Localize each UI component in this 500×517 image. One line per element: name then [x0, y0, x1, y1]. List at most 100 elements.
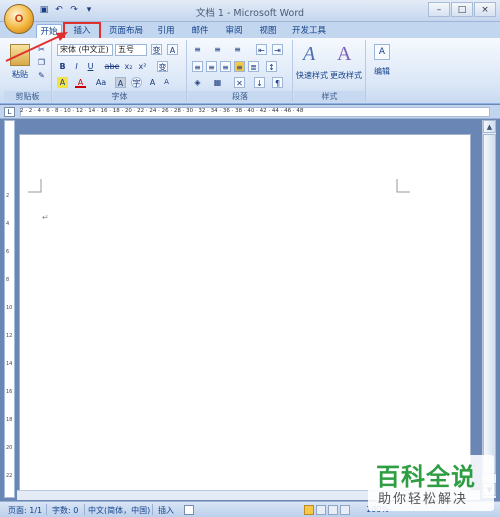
styles-group-label: 样式: [294, 91, 365, 102]
show-marks-icon[interactable]: ¶: [272, 77, 283, 88]
increase-indent-icon[interactable]: ⇥: [272, 44, 283, 55]
grow-font-button[interactable]: A: [147, 77, 158, 88]
find-icon[interactable]: A: [374, 44, 390, 60]
close-button[interactable]: ×: [474, 2, 496, 17]
bold-button[interactable]: B: [57, 61, 68, 72]
vruler-number: 12: [6, 333, 13, 339]
borders-icon[interactable]: ▦: [212, 77, 223, 88]
vruler-number: 20: [6, 445, 13, 451]
format-painter-icon[interactable]: ✎: [36, 70, 47, 81]
highlight-color-button[interactable]: A: [57, 77, 68, 88]
tab-review[interactable]: 审阅: [220, 24, 248, 38]
tab-developer[interactable]: 开发工具: [288, 24, 330, 38]
office-button[interactable]: O: [4, 4, 34, 34]
watermark-subtitle: 助你轻松解决: [378, 492, 469, 507]
superscript-button[interactable]: x²: [137, 61, 148, 72]
full-screen-icon[interactable]: [316, 505, 326, 515]
tab-home[interactable]: 开始: [36, 24, 62, 38]
tab-references[interactable]: 引用: [152, 24, 180, 38]
minimize-button[interactable]: –: [428, 2, 450, 17]
enclosed-character-icon[interactable]: 字: [131, 77, 142, 88]
character-shading-button[interactable]: A: [115, 77, 126, 88]
paste-button[interactable]: 粘贴: [12, 69, 28, 80]
change-styles-icon[interactable]: A: [337, 43, 351, 66]
chinese-layout-icon[interactable]: ✕: [234, 77, 245, 88]
strikethrough-button[interactable]: abe: [103, 61, 121, 72]
maximize-button[interactable]: □: [451, 2, 473, 17]
vruler-number: 6: [6, 249, 10, 255]
vruler-number: 14: [6, 361, 13, 367]
tab-selector-icon[interactable]: L: [4, 107, 15, 117]
status-divider: [152, 504, 153, 515]
tab-page-layout[interactable]: 页面布局: [105, 24, 147, 38]
scroll-up-icon[interactable]: ▲: [483, 120, 496, 133]
title-bar: ▣ ↶ ↷ ▾ 文档 1 - Microsoft Word – □ ×: [0, 0, 500, 22]
quick-styles-button[interactable]: 快速样式: [296, 70, 328, 81]
sort-icon[interactable]: ↓: [254, 77, 265, 88]
align-right-icon[interactable]: ≡: [220, 61, 231, 72]
window-controls: – □ ×: [428, 2, 496, 17]
grow-font-icon[interactable]: 变: [151, 44, 162, 55]
horizontal-ruler: L 2 · 2 · 4 · 6 · 8 · 10 · 12 · 14 · 16 …: [0, 105, 500, 119]
vruler-number: 22: [6, 473, 13, 479]
subscript-button[interactable]: x₂: [123, 61, 134, 72]
language-indicator[interactable]: 中文(简体，中国): [88, 505, 150, 516]
italic-button[interactable]: I: [71, 61, 82, 72]
decrease-indent-icon[interactable]: ⇤: [256, 44, 267, 55]
vruler-number: 2: [6, 193, 10, 199]
styles-group: A A 快速样式 更改样式 样式: [294, 40, 366, 102]
tab-view[interactable]: 视图: [254, 24, 282, 38]
paste-icon[interactable]: [10, 44, 30, 66]
crop-mark-top-right: [396, 179, 410, 193]
align-left-icon[interactable]: ≡: [192, 61, 203, 72]
web-layout-icon[interactable]: [328, 505, 338, 515]
editing-button[interactable]: 编辑: [374, 66, 390, 77]
font-color-button[interactable]: A: [75, 77, 86, 88]
font-name-select[interactable]: 宋体 (中文正): [57, 44, 113, 56]
numbering-icon[interactable]: ≡: [212, 44, 223, 55]
align-center-icon[interactable]: ≡: [206, 61, 217, 72]
page-count[interactable]: 页面: 1/1: [8, 505, 42, 516]
macro-record-icon[interactable]: [184, 505, 194, 515]
vertical-scrollbar[interactable]: ▲ ▼: [482, 120, 496, 498]
ruler-numbers: 2 · 2 · 4 · 6 · 8 · 10 · 12 · 14 · 16 · …: [20, 108, 304, 114]
outline-icon[interactable]: [340, 505, 350, 515]
status-divider: [46, 504, 47, 515]
ribbon: 粘贴 ✂ ❐ ✎ 剪贴板 宋体 (中文正) 五号 变 A B I U abe x…: [0, 38, 500, 104]
shading-icon[interactable]: ◈: [192, 77, 203, 88]
bullets-icon[interactable]: ≡: [192, 44, 203, 55]
document-area: ↵: [17, 120, 480, 496]
document-page[interactable]: ↵: [19, 134, 471, 496]
distributed-icon[interactable]: ≣: [248, 61, 259, 72]
font-size-select[interactable]: 五号: [115, 44, 147, 56]
font-group: 宋体 (中文正) 五号 变 A B I U abe x₂ x² 变 A A Aa…: [53, 40, 187, 102]
change-styles-button[interactable]: 更改样式: [330, 70, 362, 81]
shrink-font-button[interactable]: A: [161, 77, 172, 88]
multilevel-list-icon[interactable]: ≡: [232, 44, 243, 55]
justify-icon[interactable]: ≡: [234, 61, 245, 72]
scroll-thumb[interactable]: [483, 134, 496, 474]
phonetic-guide-icon[interactable]: 变: [157, 61, 168, 72]
vruler-number: 10: [6, 305, 13, 311]
print-layout-icon[interactable]: [304, 505, 314, 515]
clear-format-icon[interactable]: A: [167, 44, 178, 55]
paragraph-mark: ↵: [42, 213, 49, 222]
quick-styles-icon[interactable]: A: [303, 43, 315, 66]
cut-icon[interactable]: ✂: [36, 44, 47, 55]
editing-group: A 编辑: [368, 40, 398, 102]
view-buttons: [304, 505, 360, 515]
line-spacing-icon[interactable]: ↕: [266, 61, 277, 72]
tab-mailings[interactable]: 邮件: [186, 24, 214, 38]
underline-button[interactable]: U: [85, 61, 96, 72]
crop-mark-top-left: [28, 179, 42, 193]
status-divider: [84, 504, 85, 515]
watermark-title: 百科全说: [376, 463, 476, 491]
word-count[interactable]: 字数: 0: [52, 505, 78, 516]
insert-mode[interactable]: 插入: [158, 505, 174, 516]
vruler-number: 18: [6, 417, 13, 423]
vruler-number: 4: [6, 221, 10, 227]
copy-icon[interactable]: ❐: [36, 57, 47, 68]
vruler-number: 16: [6, 389, 13, 395]
vruler-number: 8: [6, 277, 10, 283]
change-case-button[interactable]: Aa: [93, 77, 109, 88]
